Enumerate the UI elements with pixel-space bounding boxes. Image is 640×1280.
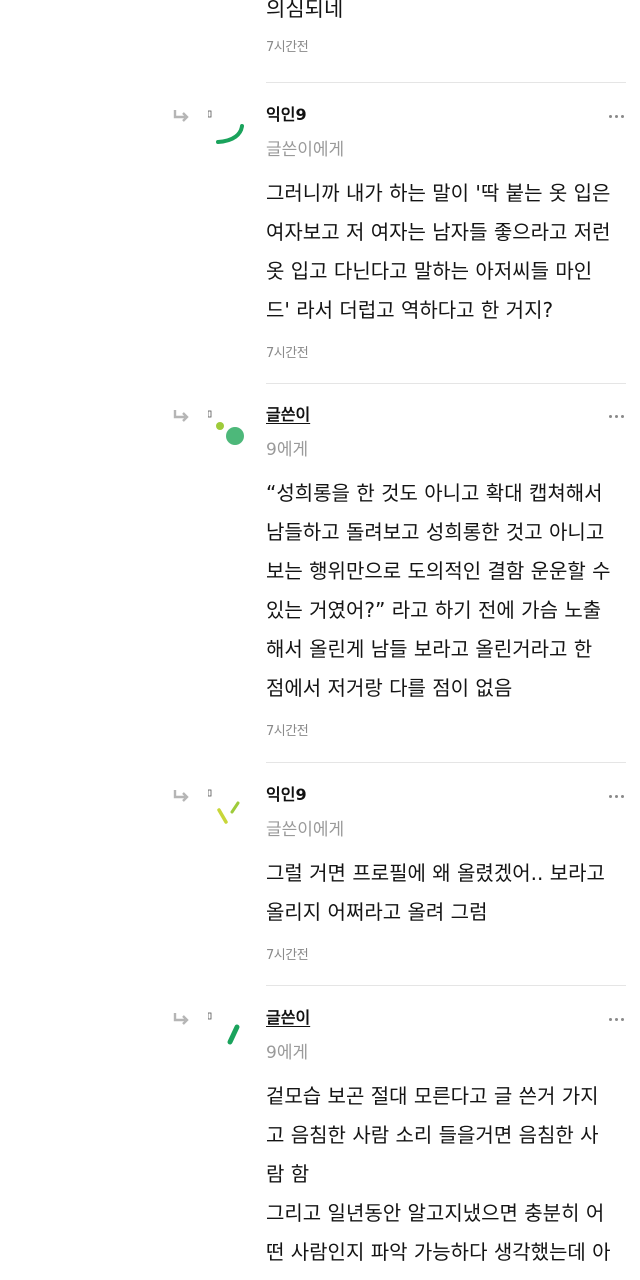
more-dots-icon xyxy=(609,115,612,118)
comment-body: “성희롱을 한 것도 아니고 확대 캡쳐해서 남들하고 돌려보고 성희롱한 것고… xyxy=(266,481,611,700)
comment-time: 7시간전 xyxy=(266,346,309,361)
avatar xyxy=(208,110,244,144)
avatar xyxy=(208,1012,240,1045)
comment-author[interactable]: 익인9 xyxy=(266,785,626,805)
comment-time: 7시간전 xyxy=(266,948,309,963)
more-options-button[interactable] xyxy=(609,1016,627,1024)
comment-author[interactable]: 익인9 xyxy=(266,105,626,125)
divider xyxy=(266,82,626,83)
comment-reply-target: 글쓴이에게 xyxy=(266,820,345,840)
comment-body: 그러니까 내가 하는 말이 '딱 붙는 옷 입은 여자보고 저 여자는 남자들 … xyxy=(266,181,611,322)
comment-body: 그럴 거면 프로필에 왜 올렸겠어.. 보라고 올리지 어쩌라고 올려 그럼 xyxy=(266,861,605,924)
comment-reply-target: 글쓴이에게 xyxy=(266,140,345,160)
divider xyxy=(266,985,626,986)
avatar xyxy=(208,789,240,824)
comment-reply-target: 9에게 xyxy=(266,440,309,460)
comment-author[interactable]: 글쓴이 xyxy=(266,405,626,425)
reply-arrow-icon xyxy=(173,410,189,422)
reply-arrow-icon xyxy=(173,1013,189,1025)
more-options-button[interactable] xyxy=(609,113,627,121)
divider xyxy=(266,762,626,763)
comment-content: 글쓴이 9에게 “성희롱을 한 것도 아니고 확대 캡쳐해서 남들하고 돌려보고… xyxy=(266,405,626,739)
reply-arrow-icon xyxy=(173,110,189,122)
reply-arrow-icon xyxy=(173,790,189,802)
more-dots-icon xyxy=(609,1018,612,1021)
more-options-button[interactable] xyxy=(609,793,627,801)
more-options-button[interactable] xyxy=(609,413,627,421)
comment-time: 7시간전 xyxy=(266,724,309,739)
comment-reply-target: 9에게 xyxy=(266,1043,309,1063)
comment-body: 의심되네 xyxy=(266,0,344,21)
previous-comment-fragment: 의심되네 7시간전 xyxy=(266,0,626,55)
comment-time: 7시간전 xyxy=(266,40,309,55)
more-dots-icon xyxy=(609,795,612,798)
avatar xyxy=(208,410,244,445)
comment-content: 글쓴이 9에게 겉모습 보곤 절대 모른다고 글 쓴거 가지 고 음침한 사람 … xyxy=(266,1008,626,1272)
more-dots-icon xyxy=(609,415,612,418)
comment-content: 익인9 글쓴이에게 그럴 거면 프로필에 왜 올렸겠어.. 보라고 올리지 어쩌… xyxy=(266,785,626,963)
comment-author[interactable]: 글쓴이 xyxy=(266,1008,626,1028)
divider xyxy=(266,383,626,384)
comment-body: 겉모습 보곤 절대 모른다고 글 쓴거 가지 고 음침한 사람 소리 들을거면 … xyxy=(266,1084,611,1264)
comment-content: 익인9 글쓴이에게 그러니까 내가 하는 말이 '딱 붙는 옷 입은 여자보고 … xyxy=(266,105,626,361)
